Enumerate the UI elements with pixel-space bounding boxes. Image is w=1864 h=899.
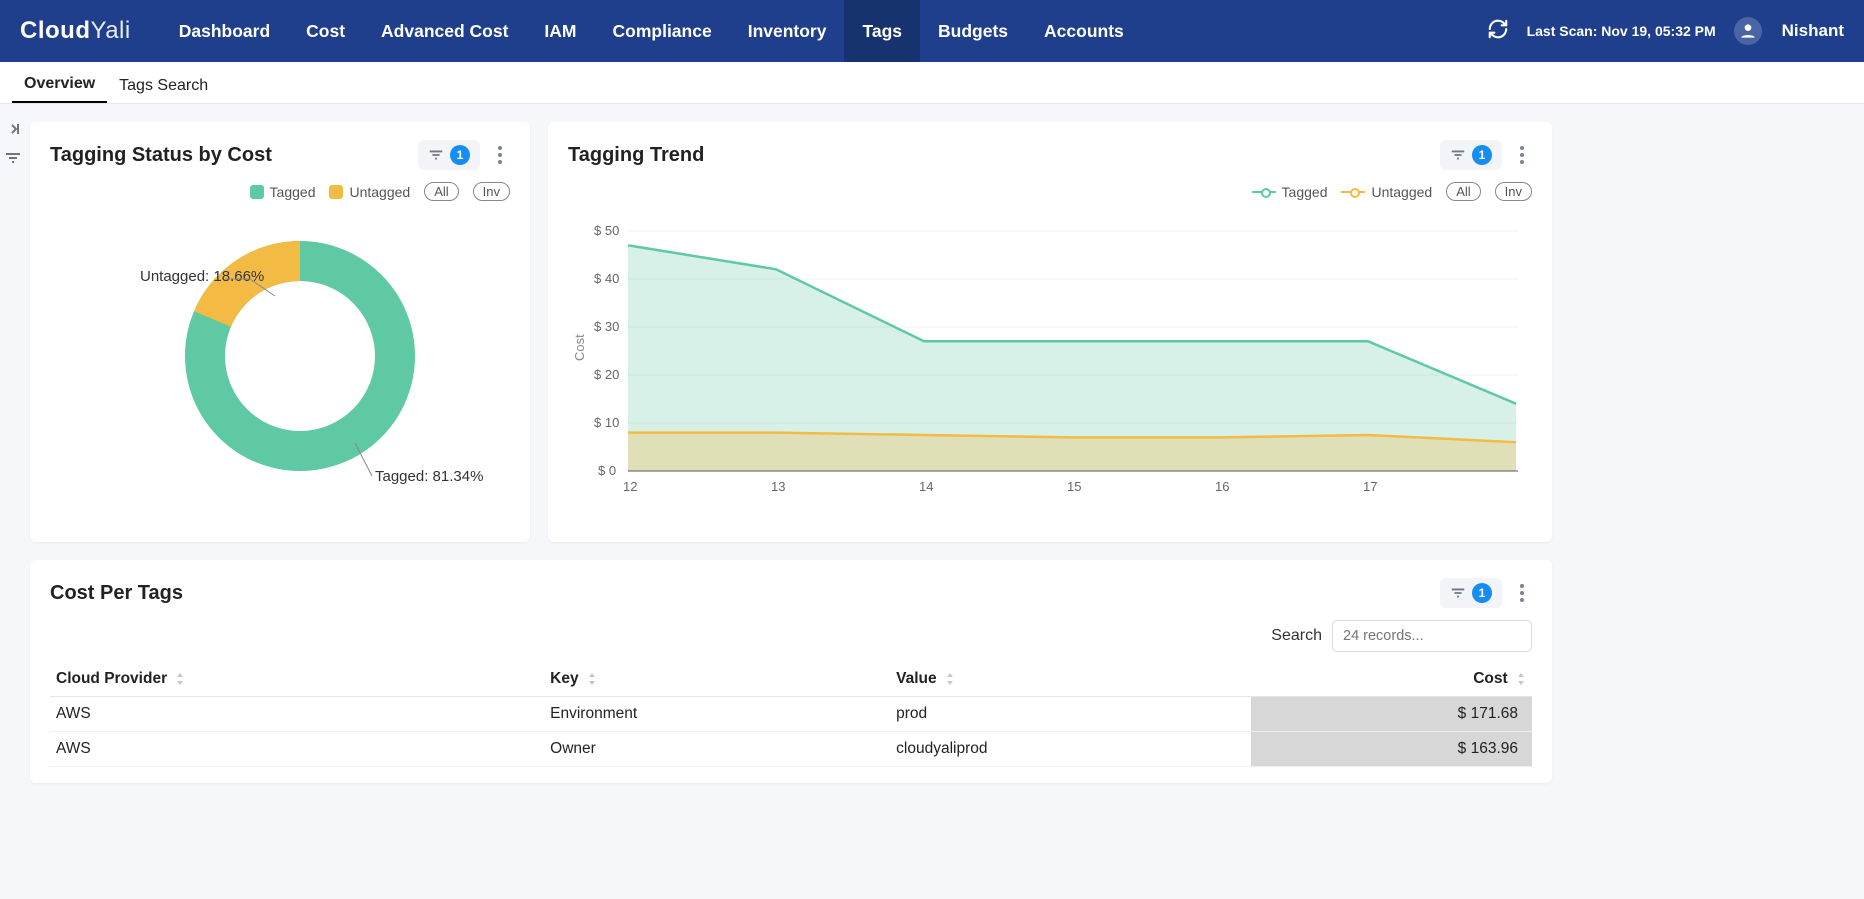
subtabs: Overview Tags Search	[0, 62, 1864, 104]
svg-text:$ 10: $ 10	[594, 415, 619, 430]
card-tagging-trend: Tagging Trend 1 Tagged Untagged All Inv …	[548, 122, 1552, 542]
col-key[interactable]: Key	[544, 662, 890, 697]
svg-text:$ 40: $ 40	[594, 271, 619, 286]
nav-tags[interactable]: Tags	[844, 0, 920, 62]
user-avatar-icon[interactable]	[1734, 17, 1762, 45]
nav-budgets[interactable]: Budgets	[920, 0, 1026, 62]
col-cost[interactable]: Cost	[1251, 662, 1532, 697]
subtab-overview[interactable]: Overview	[12, 65, 107, 103]
card-tagging-status-title: Tagging Status by Cost	[50, 144, 272, 167]
nav-inventory[interactable]: Inventory	[730, 0, 845, 62]
table-search-row: Search	[50, 620, 1532, 652]
filter-icon	[1450, 148, 1466, 162]
legend-inv-pill[interactable]: Inv	[1495, 182, 1532, 201]
main-nav: Dashboard Cost Advanced Cost IAM Complia…	[161, 0, 1142, 62]
filter-badge: 1	[450, 145, 470, 165]
trend-chart: Cost $ 0 $ 10 $ 20 $ 30 $ 40 $ 50 12 13 …	[568, 211, 1532, 511]
card-cost-per-tags-more-icon[interactable]	[1512, 583, 1532, 603]
card-tagging-trend-title: Tagging Trend	[568, 144, 704, 167]
nav-dashboard[interactable]: Dashboard	[161, 0, 288, 62]
nav-accounts[interactable]: Accounts	[1026, 0, 1142, 62]
svg-text:$ 0: $ 0	[598, 463, 616, 478]
search-label: Search	[1271, 627, 1322, 645]
card-tagging-status-more-icon[interactable]	[490, 145, 510, 165]
legend-tagged[interactable]: Tagged	[250, 184, 316, 200]
subtab-tags-search[interactable]: Tags Search	[107, 67, 220, 103]
donut-label-untagged: Untagged: 18.66%	[140, 268, 264, 285]
line-swatch-tagged	[1252, 187, 1276, 197]
card-tagging-status-filter-button[interactable]: 1	[418, 140, 480, 170]
svg-text:16: 16	[1215, 479, 1229, 494]
svg-text:$ 30: $ 30	[594, 319, 619, 334]
cost-per-tags-table: Cloud Provider Key Value Cost AWS Enviro…	[50, 662, 1532, 767]
logo-light: Yali	[90, 17, 130, 44]
legend-untagged[interactable]: Untagged	[329, 184, 410, 200]
svg-text:17: 17	[1363, 479, 1377, 494]
table-row[interactable]: AWS Owner cloudyaliprod $ 163.96	[50, 732, 1532, 767]
svg-text:$ 20: $ 20	[594, 367, 619, 382]
app-logo[interactable]: CloudYali	[20, 17, 131, 45]
donut-chart: Untagged: 18.66% Tagged: 81.34%	[50, 211, 510, 511]
sort-icon	[587, 673, 597, 685]
legend-all-pill[interactable]: All	[1446, 182, 1480, 201]
filter-icon	[1450, 586, 1466, 600]
nav-compliance[interactable]: Compliance	[595, 0, 730, 62]
donut-label-tagged: Tagged: 81.34%	[375, 468, 483, 485]
collapse-panel-icon[interactable]	[4, 122, 22, 141]
card-tagging-trend-more-icon[interactable]	[1512, 145, 1532, 165]
search-input[interactable]	[1332, 620, 1532, 652]
filter-panel-icon[interactable]	[4, 151, 22, 170]
card-tagging-trend-filter-button[interactable]: 1	[1440, 140, 1502, 170]
nav-iam[interactable]: IAM	[526, 0, 594, 62]
table-row[interactable]: AWS Environment prod $ 171.68	[50, 697, 1532, 732]
sort-icon	[175, 673, 185, 685]
card-cost-per-tags-title: Cost Per Tags	[50, 582, 183, 605]
filter-badge: 1	[1472, 145, 1492, 165]
card-cost-per-tags: Cost Per Tags 1 Search Cloud Provider Ke…	[30, 560, 1552, 783]
logo-bold: Cloud	[20, 17, 90, 44]
svg-text:12: 12	[623, 479, 637, 494]
legend-untagged[interactable]: Untagged	[1341, 184, 1432, 200]
trend-legend: Tagged Untagged All Inv	[568, 182, 1532, 201]
legend-inv-pill[interactable]: Inv	[473, 182, 510, 201]
col-value[interactable]: Value	[890, 662, 1251, 697]
header-right: Last Scan: Nov 19, 05:32 PM Nishant	[1487, 17, 1844, 45]
sort-icon	[945, 673, 955, 685]
swatch-untagged	[329, 185, 343, 199]
col-provider[interactable]: Cloud Provider	[50, 662, 544, 697]
legend-tagged[interactable]: Tagged	[1252, 184, 1328, 200]
donut-legend: Tagged Untagged All Inv	[50, 182, 510, 201]
page-body: Tagging Status by Cost 1 Tagged Untagged…	[0, 104, 1864, 783]
card-cost-per-tags-filter-button[interactable]: 1	[1440, 578, 1502, 608]
top-header: CloudYali Dashboard Cost Advanced Cost I…	[0, 0, 1864, 62]
filter-badge: 1	[1472, 583, 1492, 603]
card-tagging-status: Tagging Status by Cost 1 Tagged Untagged…	[30, 122, 530, 542]
user-name[interactable]: Nishant	[1782, 21, 1844, 41]
y-axis-label: Cost	[572, 334, 587, 361]
svg-text:14: 14	[919, 479, 933, 494]
swatch-tagged	[250, 185, 264, 199]
side-controls	[4, 122, 22, 170]
nav-advanced-cost[interactable]: Advanced Cost	[363, 0, 526, 62]
refresh-icon[interactable]	[1487, 18, 1509, 45]
svg-text:15: 15	[1067, 479, 1081, 494]
sort-icon	[1516, 673, 1526, 685]
filter-icon	[428, 148, 444, 162]
line-swatch-untagged	[1341, 187, 1365, 197]
svg-text:$ 50: $ 50	[594, 223, 619, 238]
last-scan-text: Last Scan: Nov 19, 05:32 PM	[1527, 23, 1716, 39]
legend-all-pill[interactable]: All	[424, 182, 458, 201]
svg-text:13: 13	[771, 479, 785, 494]
nav-cost[interactable]: Cost	[288, 0, 363, 62]
